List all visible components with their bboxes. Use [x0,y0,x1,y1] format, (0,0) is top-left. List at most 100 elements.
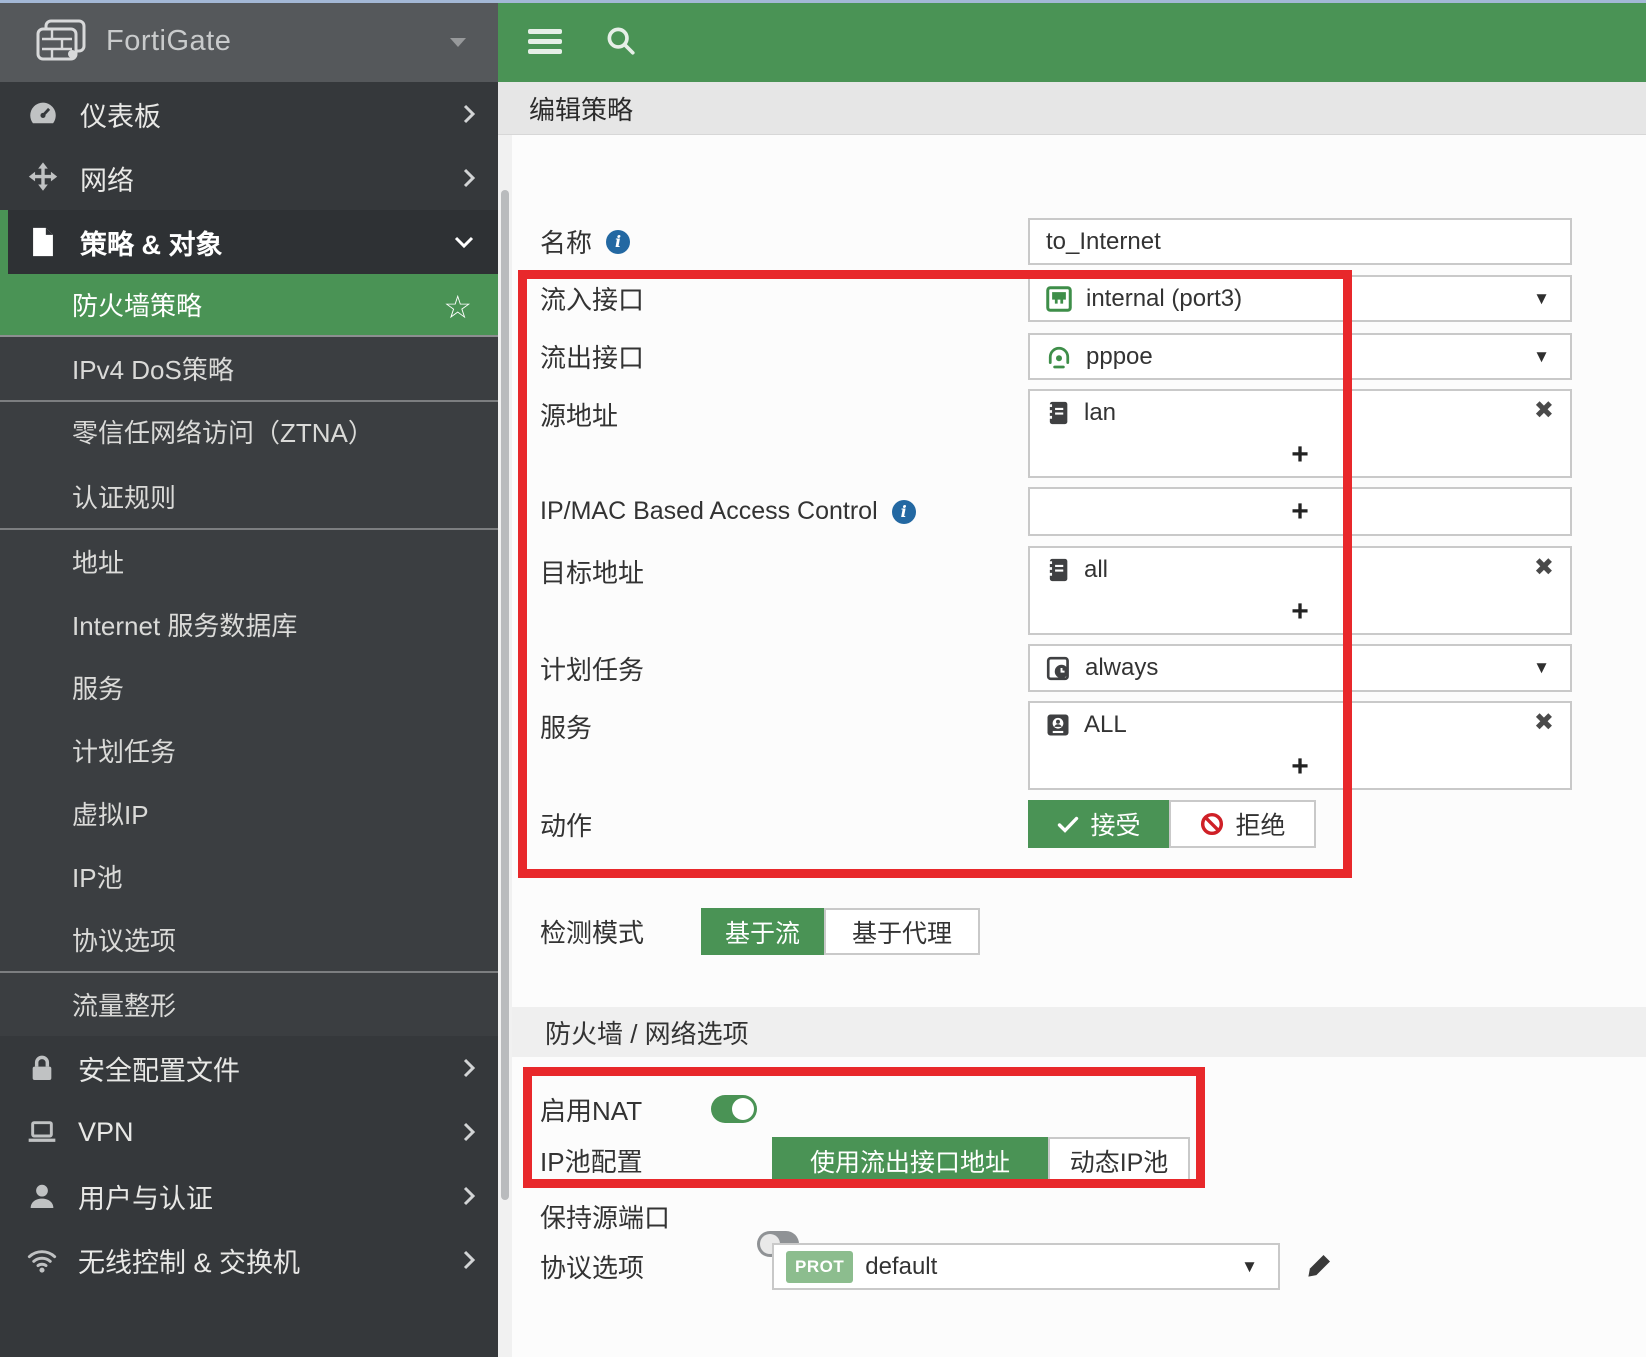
destination-address-field: all ✖ + [1028,546,1572,635]
incoming-interface-label: 流入接口 [540,285,645,315]
menu-icon[interactable] [528,24,562,59]
sidebar-item-users-auth[interactable]: 用户与认证 [0,1164,498,1228]
destination-address-label: 目标地址 [540,558,645,588]
proxy-based-button[interactable]: 基于代理 [824,908,980,955]
service-field: ALL ✖ + [1028,701,1572,790]
dropdown-caret-icon[interactable]: ▼ [1533,347,1550,367]
inspection-mode-segment: 基于流 基于代理 [701,908,980,955]
star-icon[interactable]: ☆ [443,288,472,326]
ip-pool-config-label: IP池配置 [540,1147,643,1177]
dropdown-caret-icon[interactable]: ▼ [1533,289,1550,309]
sidebar-item-dashboard[interactable]: 仪表板 [0,82,498,146]
policy-document-icon [33,227,53,257]
sidebar-subitem-virtual-ips[interactable]: 虚拟IP [0,782,498,845]
deny-button[interactable]: 拒绝 [1169,800,1316,848]
sidebar-subitem-firewall-policy[interactable]: 防火墙策略 ☆ [0,274,498,337]
page-title: 编辑策略 [529,94,634,125]
schedule-label: 计划任务 [540,654,645,685]
chevron-right-icon [463,1122,476,1142]
add-service-button[interactable]: + [1291,752,1309,782]
service-entry[interactable]: ALL ✖ [1030,703,1570,747]
ethernet-port-icon [1046,285,1072,312]
sidebar-item-policy-objects[interactable]: 策略 & 对象 [0,210,498,274]
gauge-icon [30,102,56,124]
protocol-options-select[interactable]: PROT default ▼ [772,1243,1280,1290]
sidebar-nav: 仪表板 网络 策略 & 对象 防火墙策略 ☆ IPv4 DoS策略 零信任网络访… [0,82,498,1292]
schedule-clock-icon [1046,656,1069,680]
sidebar-subitem-internet-service-db[interactable]: Internet 服务数据库 [0,593,498,656]
sidebar-item-security-profiles[interactable]: 安全配置文件 [0,1036,498,1100]
chevron-down-icon [450,38,466,47]
wifi-icon [27,1250,57,1273]
chevron-right-icon [463,1058,476,1078]
sidebar-subitem-schedules[interactable]: 计划任务 [0,719,498,782]
sidebar-subitem-protocol-options[interactable]: 协议选项 [0,908,498,971]
lock-icon [32,1055,52,1080]
ipmac-access-field: + [1028,487,1572,536]
use-outgoing-interface-address-button[interactable]: 使用流出接口地址 [772,1137,1048,1184]
sidebar-subitem-ipv4-dos-policy[interactable]: IPv4 DoS策略 [0,337,498,400]
sidebar-subitem-traffic-shaping[interactable]: 流量整形 [0,973,498,1036]
source-address-entry[interactable]: lan ✖ [1030,391,1570,435]
add-ipmac-button[interactable]: + [1291,496,1309,527]
scrollbar-thumb[interactable] [501,190,509,1200]
remove-icon[interactable]: ✖ [1534,556,1554,580]
top-navbar [498,0,1646,82]
sidebar-item-network[interactable]: 网络 [0,146,498,210]
sidebar-item-wifi-switch[interactable]: 无线控制 & 交换机 [0,1228,498,1292]
flow-based-button[interactable]: 基于流 [701,908,824,955]
brand-header[interactable]: FortiGate [0,0,498,82]
sidebar-subitem-auth-rules[interactable]: 认证规则 [0,465,498,528]
user-icon [30,1184,54,1208]
dynamic-ip-pool-button[interactable]: 动态IP池 [1048,1137,1190,1184]
info-icon[interactable]: i [606,229,631,254]
outgoing-interface-select[interactable]: pppoe ▼ [1028,333,1572,380]
dropdown-caret-icon[interactable]: ▼ [1241,1257,1258,1277]
address-book-icon [1049,401,1068,425]
sidebar-subitem-addresses[interactable]: 地址 [0,530,498,593]
move-arrows-icon [28,162,58,191]
chevron-right-icon [463,1186,476,1206]
pppoe-user-icon [1048,346,1070,368]
deny-icon [1201,812,1224,836]
window-top-edge [0,0,1646,3]
name-field [1028,218,1572,265]
fortigate-logo-icon [36,19,86,61]
edit-policy-form: 名称 i 流入接口 internal (port3) ▼ 流出接口 [498,135,1646,1357]
sidebar-subitem-ip-pools[interactable]: IP池 [0,845,498,908]
add-source-address-button[interactable]: + [1291,440,1309,470]
name-input[interactable] [1030,220,1570,263]
sidebar-item-label: 策略 & 对象 [80,229,223,260]
sidebar-item-label: 网络 [80,165,134,196]
accept-button[interactable]: 接受 [1028,800,1169,848]
info-icon[interactable]: i [891,499,916,524]
add-destination-button[interactable]: + [1291,597,1309,627]
remove-icon[interactable]: ✖ [1534,399,1554,423]
destination-address-entry[interactable]: all ✖ [1030,548,1570,592]
sidebar-subitem-ztna[interactable]: 零信任网络访问（ZTNA） [0,402,498,465]
laptop-icon [28,1121,56,1142]
ipmac-access-label: IP/MAC Based Access Control i [540,487,916,536]
sidebar-subitem-services[interactable]: 服务 [0,656,498,719]
enable-nat-label: 启用NAT [540,1095,643,1126]
section-title: 防火墙 / 网络选项 [545,1018,749,1049]
search-icon[interactable] [604,24,638,58]
ip-pool-segment: 使用流出接口地址 动态IP池 [772,1137,1190,1184]
pencil-icon[interactable] [1304,1251,1334,1286]
brand-name: FortiGate [106,24,232,57]
inspection-mode-label: 检测模式 [540,918,645,948]
main-pane: 编辑策略 名称 i 流入接口 internal (port3) [498,0,1646,1357]
remove-icon[interactable]: ✖ [1534,711,1554,735]
firewall-network-options-header: 防火墙 / 网络选项 [512,1007,1646,1057]
address-book-icon [1049,558,1068,582]
nat-toggle[interactable] [711,1095,757,1123]
sidebar-item-vpn[interactable]: VPN [0,1100,498,1164]
incoming-interface-select[interactable]: internal (port3) ▼ [1028,275,1572,322]
service-icon [1047,714,1069,736]
action-segment: 接受 拒绝 [1028,800,1316,848]
schedule-select[interactable]: always ▼ [1028,644,1572,692]
scrollbar[interactable] [498,135,512,1357]
preserve-source-port-label: 保持源端口 [540,1202,671,1233]
dropdown-caret-icon[interactable]: ▼ [1533,658,1550,678]
policy-objects-submenu: 防火墙策略 ☆ IPv4 DoS策略 零信任网络访问（ZTNA） 认证规则 地址 [0,274,498,1036]
